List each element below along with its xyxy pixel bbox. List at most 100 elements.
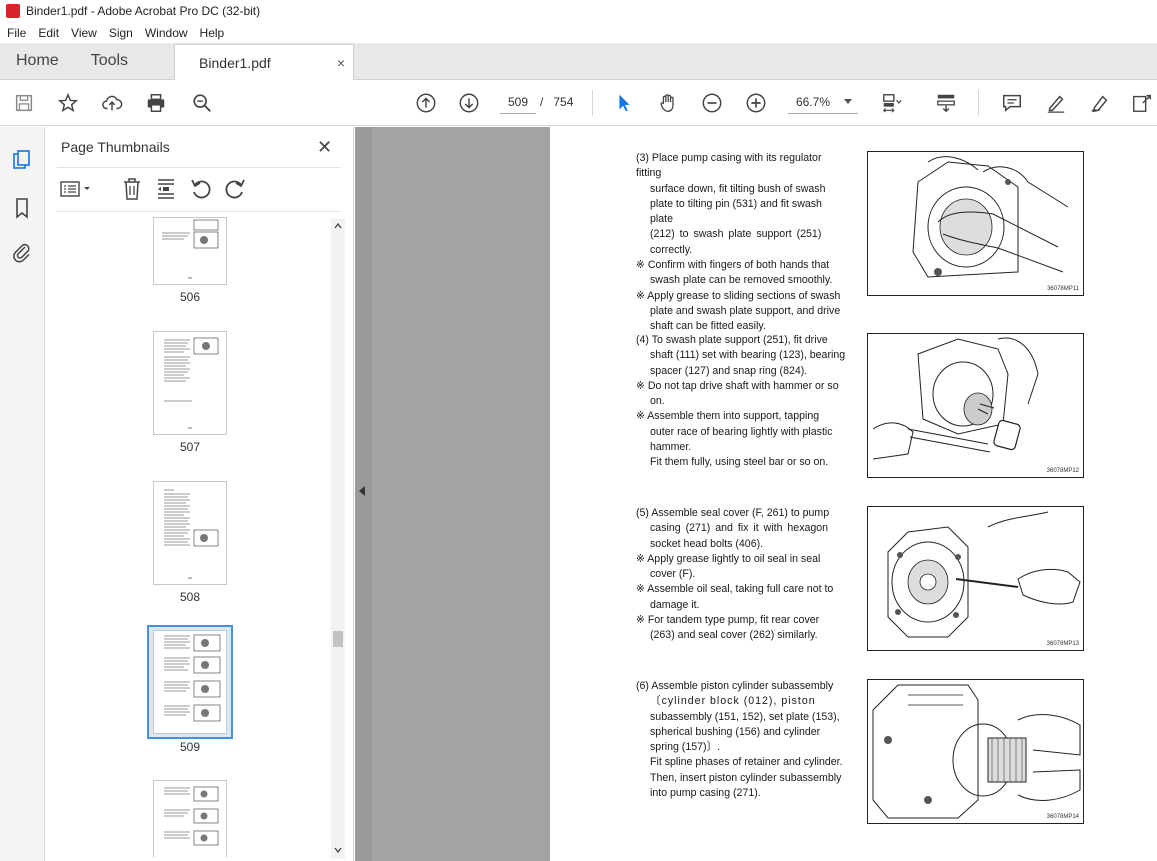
- figure-pump-casing-swash-plate: 36078MP11: [867, 151, 1084, 296]
- rotate-counterclockwise-icon[interactable]: [189, 177, 213, 206]
- page-thumbnails-icon[interactable]: [11, 149, 33, 171]
- text-line: spherical bushing (156) and cylinder: [650, 725, 821, 738]
- collapse-panel-arrow-icon[interactable]: [359, 486, 365, 496]
- tab-bar: Home Tools Binder1.pdf ×: [0, 43, 1157, 80]
- menu-edit[interactable]: Edit: [32, 26, 65, 40]
- page-number-input[interactable]: 509: [500, 91, 536, 114]
- thumbnail-list: 506 507 508 509: [45, 217, 333, 857]
- share-edit-icon[interactable]: [1130, 91, 1154, 115]
- menu-help[interactable]: Help: [194, 26, 231, 40]
- close-icon[interactable]: ✕: [317, 137, 332, 158]
- figure-code: 36078MP12: [1046, 468, 1079, 474]
- step-5-text: (5) Assemble seal cover (F, 261) to pump…: [636, 506, 846, 644]
- figure-seal-cover-bolts: 36078MP13: [867, 506, 1084, 651]
- thumbnail-page-number: 506: [179, 290, 201, 304]
- thumbnail-page[interactable]: [153, 331, 227, 435]
- title-bar: Binder1.pdf - Adobe Acrobat Pro DC (32-b…: [0, 0, 1157, 22]
- scroll-down-arrow-icon[interactable]: [334, 845, 342, 855]
- step-4-text: (4) To swash plate support (251), fit dr…: [636, 333, 846, 471]
- print-icon[interactable]: [144, 91, 168, 115]
- chevron-down-icon: [844, 99, 852, 104]
- page-fit-icon[interactable]: [880, 91, 904, 115]
- thumbnail-scrollbar[interactable]: [331, 219, 345, 859]
- figure-code: 36078MP13: [1046, 641, 1079, 647]
- thumbnail-page[interactable]: [153, 780, 227, 857]
- sign-pen-icon[interactable]: [1088, 91, 1112, 115]
- figure-code: 36078MP14: [1046, 814, 1079, 820]
- text-line: (5) Assemble seal cover (F, 261) to pump: [636, 507, 830, 519]
- next-page-icon[interactable]: [457, 91, 481, 115]
- tab-tools[interactable]: Tools: [75, 43, 144, 79]
- text-line: ※ Assemble oil seal, taking full care no…: [636, 583, 834, 596]
- thumbnail-page-number: 507: [179, 440, 201, 454]
- pdf-page: (3) Place pump casing with its regulator…: [550, 127, 1157, 861]
- text-line: into pump casing (271).: [650, 787, 761, 800]
- thumbnail-page-number: 509: [179, 740, 201, 754]
- text-line: ※ Do not tap drive shaft with hammer or …: [636, 379, 839, 392]
- window-title: Binder1.pdf - Adobe Acrobat Pro DC (32-b…: [26, 4, 261, 18]
- delete-trash-icon[interactable]: [121, 177, 143, 206]
- text-line: Then, insert piston cylinder subassembly: [650, 771, 842, 784]
- text-line: 〔cylinder block (012), piston: [650, 695, 816, 708]
- rotate-clockwise-icon[interactable]: [223, 177, 247, 206]
- thumbnail-page[interactable]: [153, 481, 227, 585]
- figure-piston-cylinder-insertion: 36078MP14: [867, 679, 1084, 824]
- text-line: socket head bolts (406).: [650, 537, 764, 550]
- tab-document[interactable]: Binder1.pdf ×: [174, 44, 355, 80]
- scroll-mode-icon[interactable]: [934, 91, 958, 115]
- tab-close-icon[interactable]: ×: [337, 55, 345, 71]
- figure-code: 36078MP11: [1047, 286, 1079, 292]
- menu-file[interactable]: File: [0, 26, 32, 40]
- menu-sign[interactable]: Sign: [103, 26, 139, 40]
- zoom-search-icon[interactable]: [190, 91, 214, 115]
- bookmarks-icon[interactable]: [11, 197, 33, 219]
- comment-icon[interactable]: [1000, 91, 1024, 115]
- select-cursor-icon[interactable]: [612, 91, 636, 115]
- toolbar-divider: [978, 90, 979, 116]
- step-3-text: (3) Place pump casing with its regulator…: [636, 151, 846, 335]
- insert-page-icon[interactable]: [155, 177, 177, 206]
- zoom-out-icon[interactable]: [700, 91, 724, 115]
- figure-drive-shaft-hammer: 36078MP12: [867, 333, 1084, 478]
- text-line: ※ Assemble them into support, tapping: [636, 410, 820, 423]
- page-count: 754: [553, 95, 574, 109]
- text-line: swash plate can be removed smoothly.: [650, 274, 833, 287]
- options-menu-icon[interactable]: [59, 179, 93, 204]
- text-line: correctly.: [650, 243, 693, 256]
- thumbnail-page-number: 508: [179, 590, 201, 604]
- document-gutter: [372, 127, 550, 861]
- upload-cloud-icon[interactable]: [100, 91, 124, 115]
- zoom-level-value: 66.7%: [796, 95, 831, 109]
- save-icon[interactable]: [12, 91, 36, 115]
- tab-home[interactable]: Home: [0, 43, 75, 79]
- text-line: plate and swash plate support, and drive: [650, 304, 841, 317]
- thumbnail-page[interactable]: [153, 217, 227, 285]
- text-line: (4) To swash plate support (251), fit dr…: [636, 334, 828, 346]
- bookmark-star-icon[interactable]: [56, 91, 80, 115]
- text-line: (6) Assemble piston cylinder subassembly: [636, 680, 834, 692]
- left-navigation-rail: [0, 127, 45, 861]
- acrobat-logo-icon: [6, 4, 20, 18]
- previous-page-icon[interactable]: [414, 91, 438, 115]
- panel-title: Page Thumbnails: [61, 139, 170, 155]
- text-line: on.: [650, 395, 665, 408]
- zoom-level-select[interactable]: 66.7%: [788, 91, 858, 114]
- menu-window[interactable]: Window: [139, 26, 194, 40]
- text-line: damage it.: [650, 598, 700, 611]
- menu-view[interactable]: View: [65, 26, 103, 40]
- thumbnail-page-selected[interactable]: [153, 630, 227, 734]
- text-line: (3) Place pump casing with its regulator…: [636, 152, 822, 180]
- thumbnail-tools: [59, 177, 339, 203]
- text-line: surface down, fit tilting bush of swash: [650, 182, 826, 195]
- zoom-in-icon[interactable]: [744, 91, 768, 115]
- hand-tool-icon[interactable]: [656, 91, 680, 115]
- page-thumbnails-panel: Page Thumbnails ✕ 506 507 508 509: [45, 127, 354, 861]
- text-line: Fit spline phases of retainer and cylind…: [650, 756, 843, 769]
- attachments-paperclip-icon[interactable]: [11, 241, 33, 263]
- scroll-up-arrow-icon[interactable]: [334, 221, 342, 231]
- text-line: ※ Confirm with fingers of both hands tha…: [636, 259, 830, 272]
- page-total: / 754: [540, 95, 573, 109]
- scrollbar-thumb[interactable]: [333, 631, 343, 647]
- highlight-pen-icon[interactable]: [1044, 91, 1068, 115]
- divider: [57, 211, 341, 212]
